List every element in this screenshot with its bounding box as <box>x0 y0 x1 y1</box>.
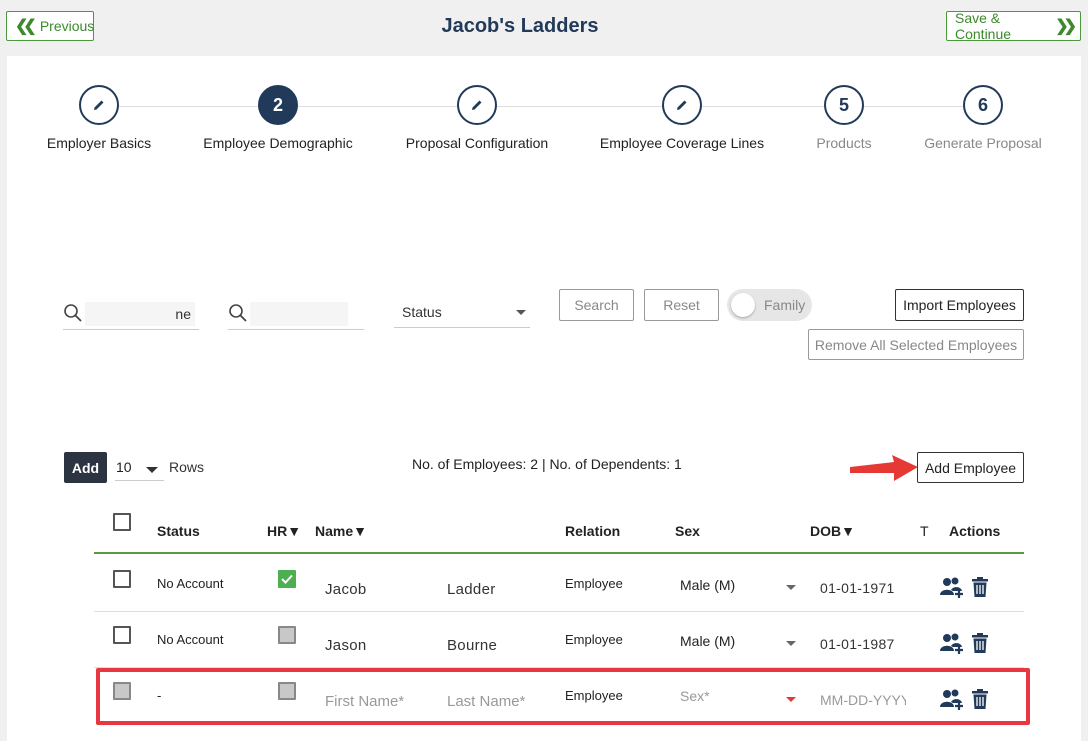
reset-button[interactable]: Reset <box>644 289 719 321</box>
rows-label: Rows <box>169 459 205 475</box>
row-checkbox[interactable] <box>113 626 131 644</box>
dob-field[interactable]: 01-01-1971 <box>820 580 895 596</box>
search-field-2[interactable] <box>228 300 364 330</box>
step-label: Employer Basics <box>46 135 152 151</box>
save-continue-label: Save & Continue <box>955 10 1012 42</box>
status-cell: No Account <box>157 576 224 591</box>
step-number: 2 <box>258 85 298 125</box>
first-name-field[interactable]: Jacob <box>325 581 367 598</box>
hr-checkbox[interactable] <box>278 626 296 644</box>
col-sex: Sex <box>675 523 700 539</box>
search-button[interactable]: Search <box>559 289 634 321</box>
col-hr[interactable]: HR▼ <box>267 523 301 539</box>
red-arrow-icon <box>850 455 918 481</box>
chevron-down-icon <box>786 641 796 646</box>
row-checkbox[interactable] <box>113 570 131 588</box>
add-button[interactable]: Add <box>64 452 107 483</box>
top-bar: ❮❮ Previous Jacob's Ladders Save & Conti… <box>0 0 1088 56</box>
chevron-down-icon <box>516 310 526 315</box>
chevron-down-icon <box>146 467 158 473</box>
first-name-field[interactable]: Jason <box>325 637 367 654</box>
table-row: No Account Jacob Ladder Employee Male (M… <box>94 556 1024 612</box>
red-highlight-box <box>96 668 1030 725</box>
status-cell: No Account <box>157 632 224 647</box>
step-generate-proposal[interactable]: 6 Generate Proposal <box>883 85 1083 151</box>
family-toggle-label: Family <box>764 297 806 313</box>
step-employer-basics[interactable]: Employer Basics <box>0 85 199 151</box>
table-row: No Account Jason Bourne Employee Male (M… <box>94 612 1024 668</box>
relation-cell: Employee <box>565 632 623 647</box>
checkmark-icon <box>281 574 293 584</box>
save-continue-button[interactable]: Save & Continue ❯❯ <box>946 10 1081 42</box>
col-actions: Actions <box>949 523 1001 539</box>
remove-all-selected-button[interactable]: Remove All Selected Employees <box>808 329 1024 360</box>
step-number: 6 <box>963 85 1003 125</box>
employee-counts: No. of Employees: 2 | No. of Dependents:… <box>412 456 682 472</box>
col-t-partial: T <box>920 523 929 539</box>
add-dependent-icon[interactable] <box>939 576 965 603</box>
last-name-field[interactable]: Bourne <box>447 637 497 654</box>
sex-select[interactable]: Male (M) <box>680 577 735 593</box>
trash-icon[interactable] <box>972 577 988 602</box>
rows-per-page-select[interactable]: 10 <box>115 455 164 481</box>
page-title: Jacob's Ladders <box>0 15 1040 38</box>
family-toggle[interactable]: Family <box>727 289 812 321</box>
step-label: Employee Demographic <box>203 135 353 151</box>
relation-cell: Employee <box>565 576 623 591</box>
last-name-field[interactable]: Ladder <box>447 581 496 598</box>
pencil-icon <box>457 85 497 125</box>
search-input-1[interactable] <box>85 302 195 326</box>
table-header: Status HR▼ Name▼ Relation Sex DOB▼ T Act… <box>94 505 1024 554</box>
pencil-icon <box>662 85 702 125</box>
sex-select[interactable]: Male (M) <box>680 633 735 649</box>
import-employees-button[interactable]: Import Employees <box>895 289 1024 321</box>
status-select[interactable]: Status <box>394 298 530 328</box>
toggle-knob <box>731 293 755 317</box>
col-status: Status <box>157 523 200 539</box>
double-chevron-right-icon: ❯❯ <box>1055 18 1077 35</box>
rows-per-page-value: 10 <box>116 459 132 475</box>
trash-icon[interactable] <box>972 633 988 658</box>
search-field-1[interactable] <box>63 300 199 330</box>
add-dependent-icon[interactable] <box>939 632 965 659</box>
pencil-icon <box>79 85 119 125</box>
step-employee-demographic[interactable]: 2 Employee Demographic <box>178 85 378 151</box>
step-proposal-configuration[interactable]: Proposal Configuration <box>377 85 577 151</box>
dob-field[interactable]: 01-01-1987 <box>820 636 895 652</box>
step-label: Proposal Configuration <box>405 135 549 151</box>
add-employee-button[interactable]: Add Employee <box>917 452 1024 483</box>
search-icon <box>63 303 83 328</box>
col-name[interactable]: Name▼ <box>315 523 367 539</box>
status-select-label: Status <box>402 304 442 320</box>
step-label: Generate Proposal <box>924 135 1042 151</box>
select-all-checkbox[interactable] <box>113 513 131 531</box>
step-number: 5 <box>824 85 864 125</box>
search-icon <box>228 303 248 328</box>
page-title-text: Jacob's Ladders <box>441 15 599 37</box>
col-dob[interactable]: DOB▼ <box>810 523 855 539</box>
hr-checkbox[interactable] <box>278 570 296 588</box>
col-relation: Relation <box>565 523 621 539</box>
search-input-2[interactable] <box>250 302 348 326</box>
chevron-down-icon <box>786 585 796 590</box>
